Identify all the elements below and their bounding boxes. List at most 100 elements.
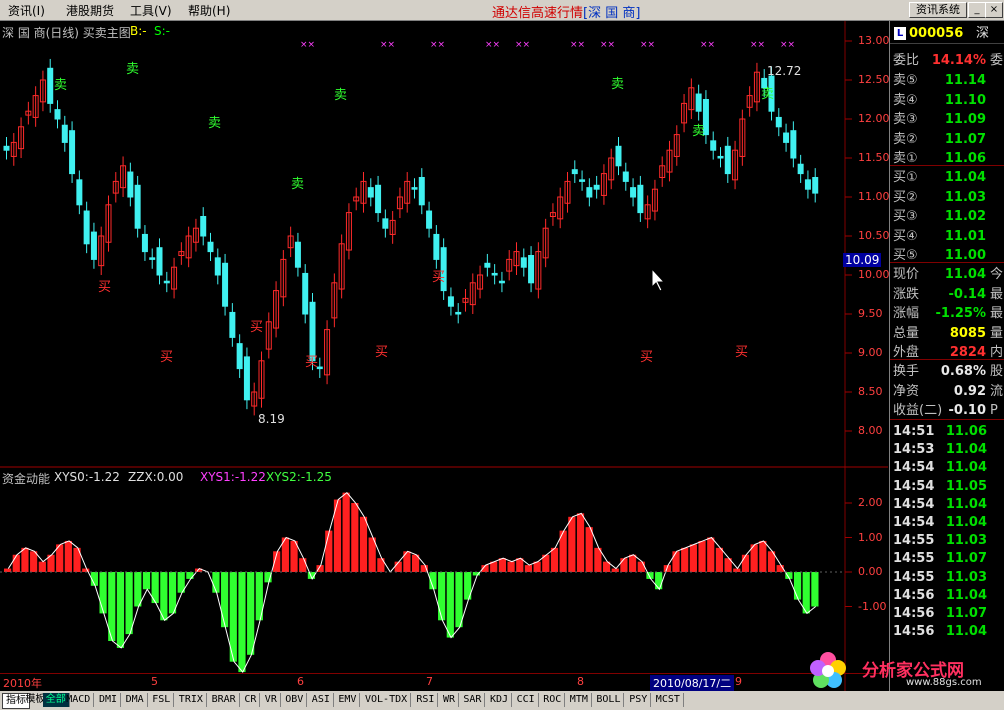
candle xyxy=(200,216,207,237)
indicator-bar xyxy=(637,561,645,572)
signal-x-marker: ×× xyxy=(515,40,530,50)
tab-roc[interactable]: ROC xyxy=(540,693,566,707)
sell-level-row: 卖④ 11.10 xyxy=(893,92,986,108)
tab-cr[interactable]: CR xyxy=(241,693,261,707)
logo-url: www.88gs.com xyxy=(906,677,982,688)
panel-divider xyxy=(890,262,1004,263)
price-axis-label: 10.50 xyxy=(858,229,890,242)
candle xyxy=(127,171,134,198)
low-price-marker: 8.19 xyxy=(258,412,285,426)
indicator-bar xyxy=(325,530,333,572)
price-axis-label: 11.00 xyxy=(858,190,890,203)
indicator-bar xyxy=(655,572,663,590)
sell-level-row: 卖③ 11.09 xyxy=(893,112,986,127)
indicator-bar xyxy=(30,551,38,572)
panel-divider xyxy=(890,165,1004,166)
tab-dma[interactable]: DMA xyxy=(123,693,148,707)
tab-kdj[interactable]: KDJ xyxy=(487,693,513,707)
indicator-bar xyxy=(629,554,637,572)
indicator-bar xyxy=(38,561,46,572)
candle xyxy=(447,296,454,307)
sell-signal: 卖 xyxy=(692,124,705,139)
tab-emv[interactable]: EMV xyxy=(335,693,361,707)
tab-vol-tdx[interactable]: VOL-TDX xyxy=(362,693,412,707)
tab-brar[interactable]: BRAR xyxy=(209,693,240,707)
price-axis-label: 12.00 xyxy=(858,112,890,125)
indicator-bar xyxy=(4,568,12,572)
indicator-bar xyxy=(21,547,29,572)
candle xyxy=(418,177,425,206)
news-system-button[interactable]: 资讯系统 xyxy=(909,2,967,18)
candle xyxy=(804,179,811,190)
date-label: 9 xyxy=(735,675,742,688)
sell-signal: 卖 xyxy=(611,77,624,92)
tab-mcst[interactable]: MCST xyxy=(653,693,684,707)
candle xyxy=(586,187,593,198)
indicator-bar xyxy=(186,572,194,579)
stat-row: 净资 0.92 流 xyxy=(893,383,1004,399)
indicator-bar xyxy=(455,572,463,628)
menu-help[interactable]: 帮助(H) xyxy=(188,2,230,19)
indicator-bar xyxy=(99,572,107,614)
candle xyxy=(790,130,797,159)
signal-x-marker: ×× xyxy=(700,40,715,50)
signal-x-marker: ×× xyxy=(600,40,615,50)
stat-row: 收益(二) -0.10 P xyxy=(893,403,998,418)
indicator-bar xyxy=(446,572,454,638)
indicator-bar xyxy=(507,561,515,572)
tab-trix[interactable]: TRIX xyxy=(176,693,207,707)
tab-asi[interactable]: ASI xyxy=(309,693,334,707)
candle xyxy=(3,145,10,151)
candle xyxy=(83,210,90,245)
candle xyxy=(236,343,243,370)
buy-signal: 买 xyxy=(735,345,748,360)
menu-tools[interactable]: 工具(V) xyxy=(130,2,172,19)
main-chart-title: 深 国 商(日线) 买卖主图 xyxy=(2,26,131,40)
signal-x-marker: ×× xyxy=(485,40,500,50)
tab-mtm[interactable]: MTM xyxy=(567,693,592,707)
close-icon[interactable]: × xyxy=(985,2,1003,18)
tick-row: 14:53 11.04 xyxy=(893,442,987,458)
indicator-bar xyxy=(516,558,524,572)
tab-dmi[interactable]: DMI xyxy=(96,693,122,707)
buy-signal: 买 xyxy=(375,345,388,360)
kline-chart[interactable]: ×× ×× ×× ×× ×× ×× ×× ×× ×× ×× ××卖卖卖卖卖卖卖卖买买买买买买买买 xyxy=(0,21,888,691)
tab-cci[interactable]: CCI xyxy=(514,693,539,707)
menu-news[interactable]: 资讯(I) xyxy=(8,2,45,19)
candle xyxy=(316,366,323,370)
tab-sar[interactable]: SAR xyxy=(460,693,486,707)
candle xyxy=(243,356,250,401)
tab-boll[interactable]: BOLL xyxy=(593,693,625,707)
indicator-bar xyxy=(707,537,715,572)
menu-hk-futures[interactable]: 港股期货 xyxy=(66,2,114,19)
zzx-label: ZZX:0.00 xyxy=(128,470,184,484)
candle xyxy=(90,231,97,260)
tab-rsi[interactable]: RSI xyxy=(413,693,439,707)
tab-macd[interactable]: MACD xyxy=(63,693,95,707)
indicator-bar xyxy=(733,568,741,572)
tab-vr[interactable]: VR xyxy=(262,693,281,707)
tab-psy[interactable]: PSY xyxy=(626,693,652,707)
candle xyxy=(382,218,389,229)
candle xyxy=(375,184,382,214)
stock-code: 000056 xyxy=(909,26,964,41)
indicator-bar xyxy=(715,547,724,572)
tab-fsl[interactable]: FSL xyxy=(149,693,175,707)
quote-panel: L 000056 深 委比 14.14% 委 卖⑤ 11.14 卖④ 11.10 卖③ 1… xyxy=(889,21,1004,691)
candle xyxy=(783,132,790,143)
candle xyxy=(710,140,717,151)
stat-row: 涨幅 -1.25% 最 xyxy=(893,306,1004,321)
indicator-bar xyxy=(802,572,810,614)
tab-obv[interactable]: OBV xyxy=(282,693,308,707)
indicator-bar xyxy=(212,572,220,593)
candle xyxy=(294,241,301,268)
candle xyxy=(455,311,462,315)
chart-area[interactable]: ×× ×× ×× ×× ×× ×× ×× ×× ×× ×× ×× 卖卖卖卖卖卖卖卖买买买买买买买买 深… xyxy=(0,21,890,691)
mouse-cursor-icon xyxy=(651,267,666,292)
indicator-bar xyxy=(524,565,533,572)
indicator-bar xyxy=(64,540,72,572)
indicator-bar xyxy=(620,558,628,572)
minimize-icon[interactable]: _ xyxy=(968,2,986,18)
tab-wr[interactable]: WR xyxy=(440,693,460,707)
tick-row: 14:55 11.03 xyxy=(893,533,987,549)
